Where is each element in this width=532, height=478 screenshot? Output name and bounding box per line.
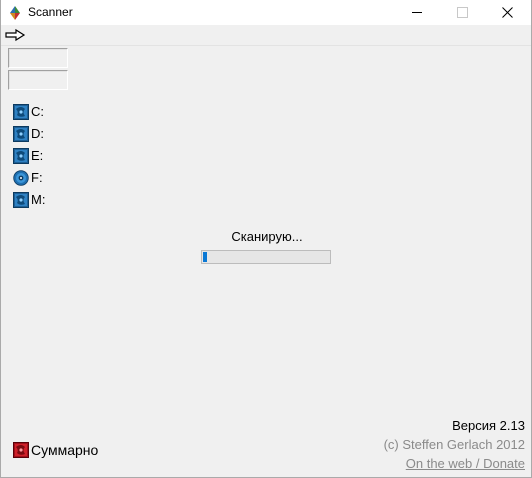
arrow-right-icon[interactable] xyxy=(5,27,27,43)
window-title: Scanner xyxy=(28,5,73,19)
copyright-text: (c) Steffen Gerlach 2012 xyxy=(383,437,525,452)
drive-label: C: xyxy=(31,104,44,119)
hard-drive-icon xyxy=(13,126,29,142)
info-field-1 xyxy=(8,48,68,68)
summary-label: Суммарно xyxy=(31,442,99,458)
optical-disc-icon xyxy=(13,170,29,186)
scan-progress-bar xyxy=(201,250,331,264)
drive-label: D: xyxy=(31,126,44,141)
drive-item-d[interactable]: D: xyxy=(13,125,93,143)
hard-drive-icon xyxy=(13,192,29,208)
summary-item[interactable]: Суммарно xyxy=(13,441,133,459)
hard-drive-icon xyxy=(13,148,29,164)
web-donate-link[interactable]: On the web / Donate xyxy=(406,456,525,471)
scanner-app-icon xyxy=(10,6,20,20)
drive-item-m[interactable]: M: xyxy=(13,191,93,209)
drive-item-c[interactable]: C: xyxy=(13,103,93,121)
close-button[interactable] xyxy=(485,0,530,25)
drive-label: M: xyxy=(31,192,46,207)
hard-drive-icon xyxy=(13,104,29,120)
scanner-window: Scanner C: D: E: F: M: Сканирую... Сумма… xyxy=(0,0,532,478)
drive-item-f[interactable]: F: xyxy=(13,169,93,187)
close-icon xyxy=(502,7,513,18)
minimize-button[interactable] xyxy=(394,0,439,25)
toolbar xyxy=(1,25,531,46)
summary-pie-icon xyxy=(13,442,29,458)
drive-label: F: xyxy=(31,170,43,185)
progress-fill xyxy=(203,252,207,262)
info-field-2 xyxy=(8,70,68,90)
maximize-button[interactable] xyxy=(439,0,484,25)
version-text: Версия 2.13 xyxy=(452,418,525,433)
drive-item-e[interactable]: E: xyxy=(13,147,93,165)
drive-label: E: xyxy=(31,148,44,163)
scan-status-text: Сканирую... xyxy=(231,229,303,244)
title-bar[interactable]: Scanner xyxy=(1,0,531,25)
